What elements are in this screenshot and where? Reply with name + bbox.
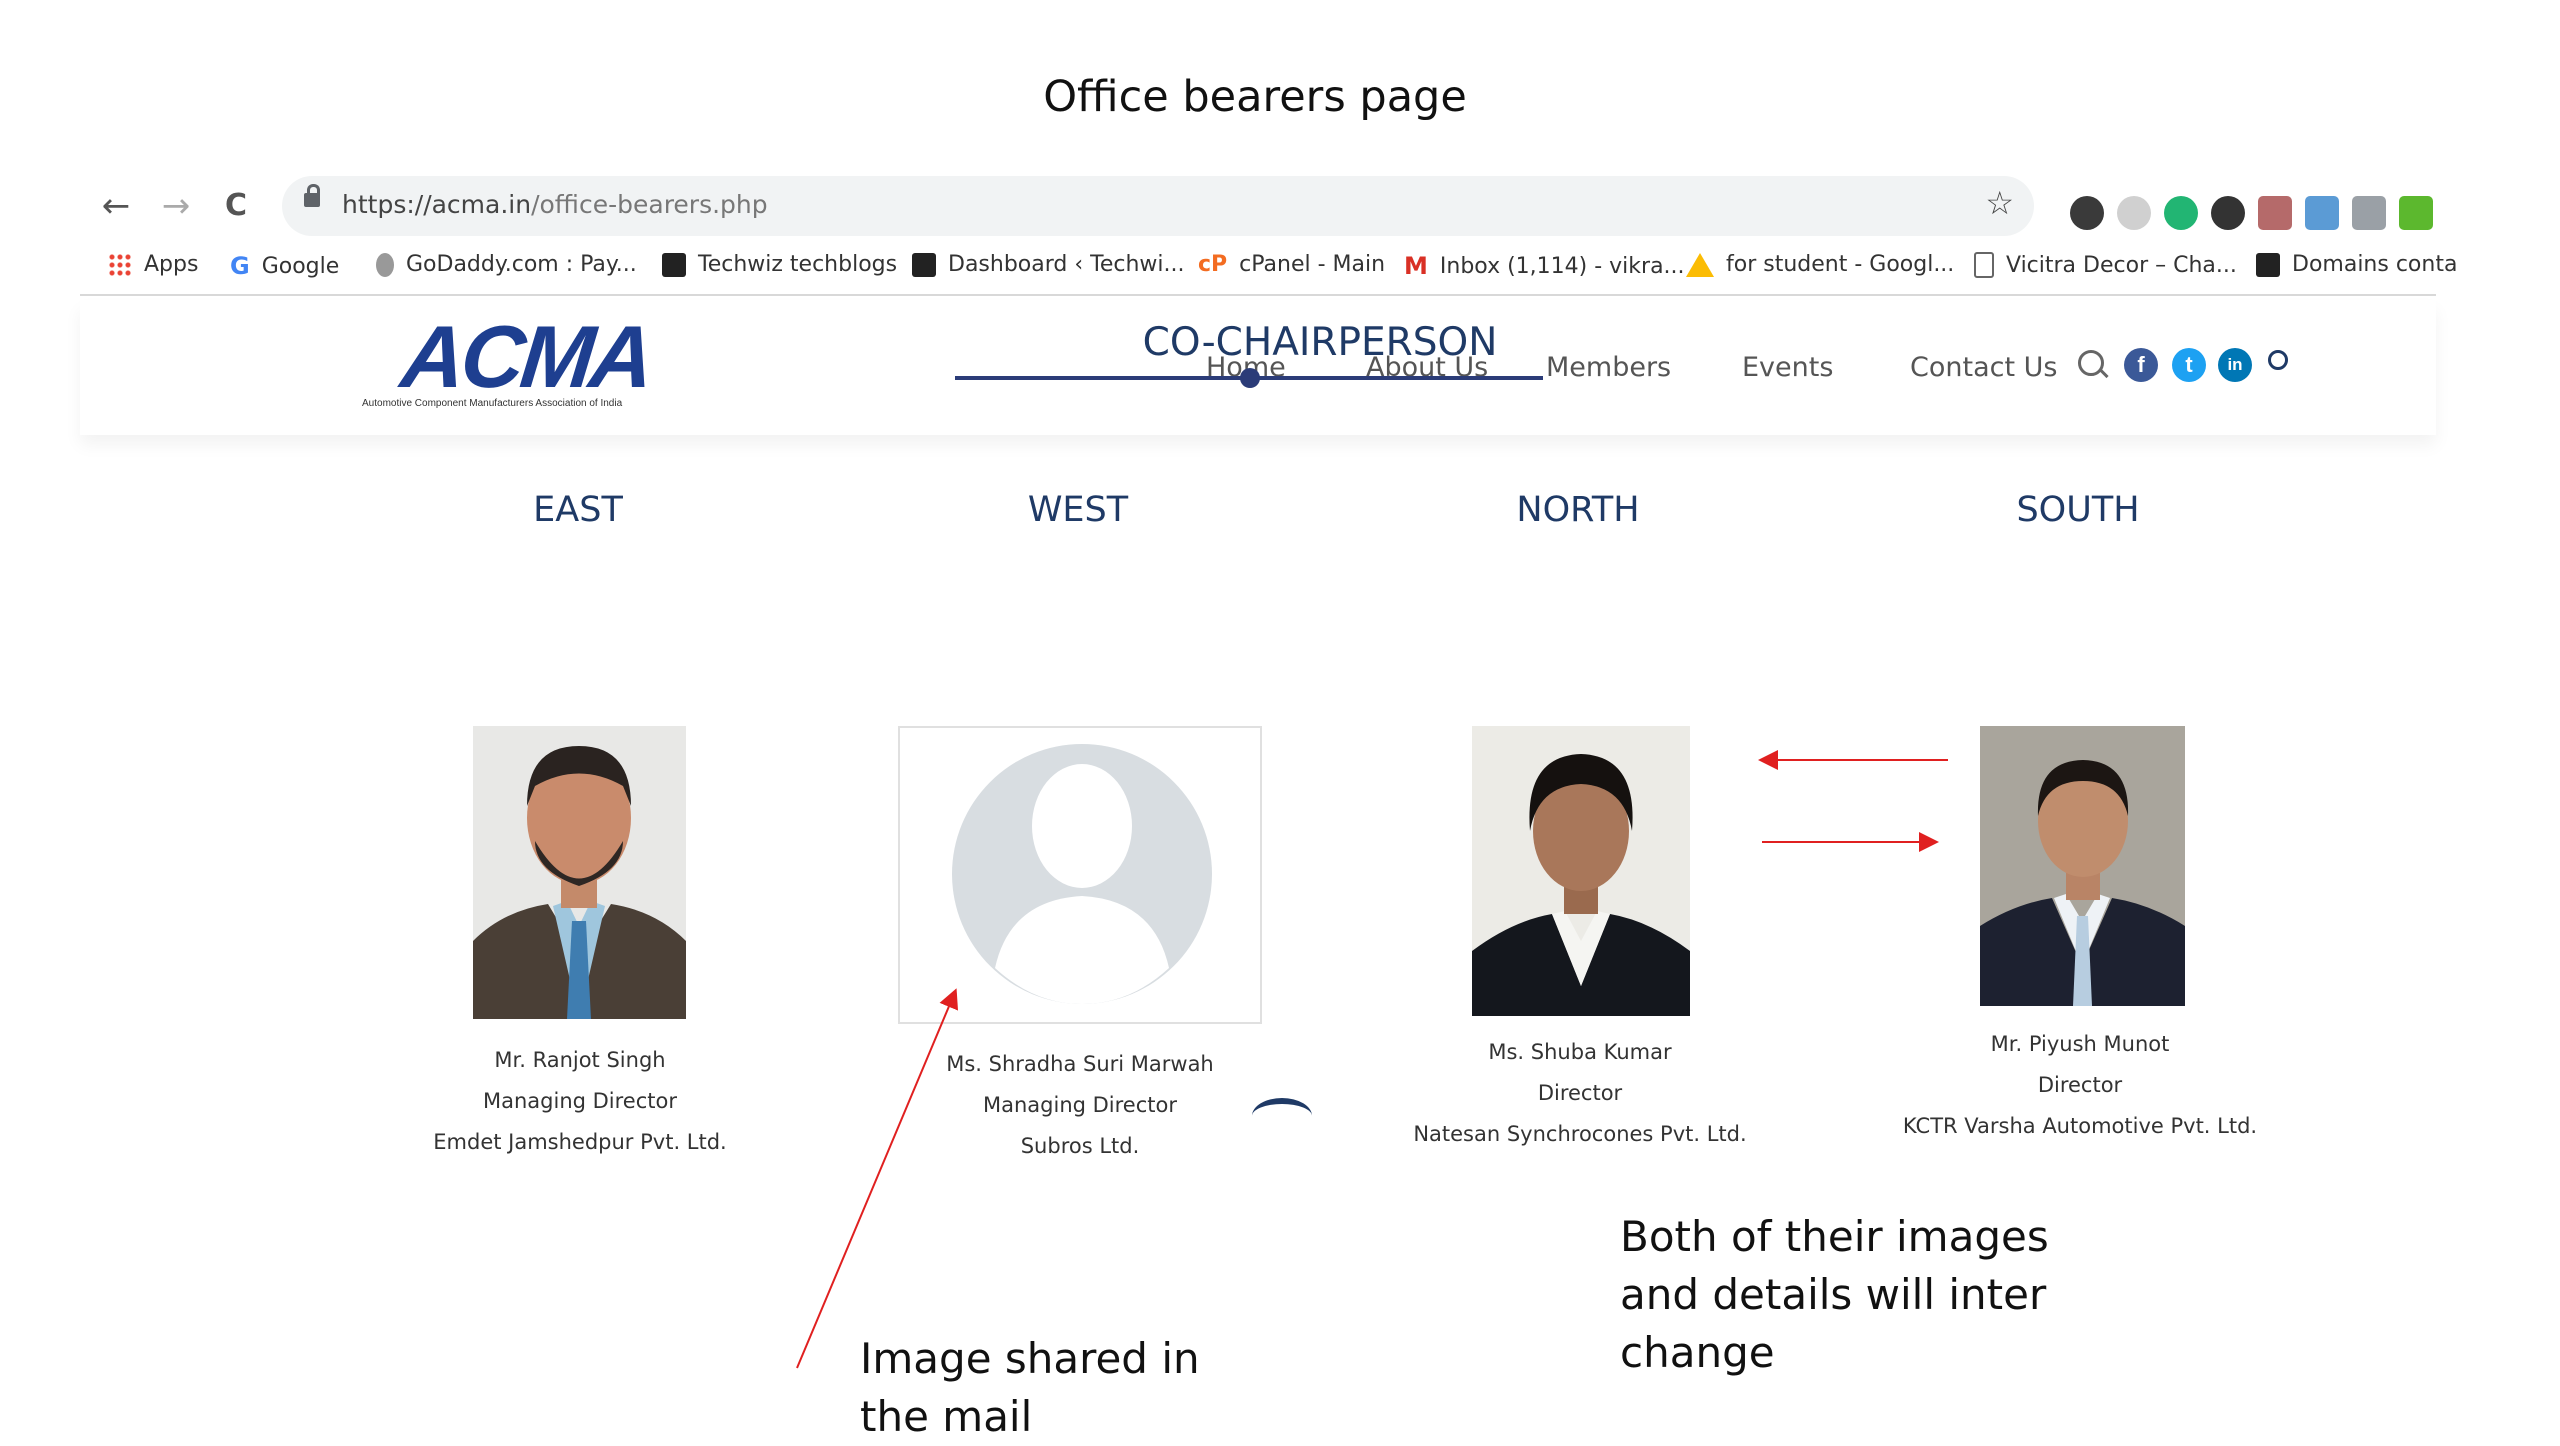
godaddy-icon	[376, 252, 394, 277]
extension-icon[interactable]	[2117, 196, 2151, 230]
twitter-icon[interactable]: t	[2172, 348, 2206, 382]
url-text: https://acma.in/office-bearers.php	[342, 190, 768, 219]
facebook-icon[interactable]: f	[2124, 348, 2158, 382]
drive-icon	[1686, 252, 1714, 277]
reload-button[interactable]: C	[214, 184, 258, 228]
bookmark-techwiz[interactable]: Techwiz techblogs	[662, 252, 897, 277]
annotation-swap-note: Both of their images and details will in…	[1620, 1212, 2049, 1377]
nav-events[interactable]: Events	[1742, 352, 1833, 383]
member-designation: Managing Director	[482, 1089, 677, 1113]
section-title: CO-CHAIRPERSON	[1142, 320, 1498, 365]
login-icon[interactable]	[2268, 350, 2288, 370]
bookmark-dashboard[interactable]: Dashboard ‹ Techwi...	[912, 252, 1185, 277]
bookmark-drive[interactable]: for student - Googl...	[1686, 252, 1954, 277]
member-designation: Director	[1537, 1081, 1623, 1105]
bookmark-google[interactable]: G Google	[230, 252, 339, 280]
bookmarks-bar: Apps G Google GoDaddy.com : Pay... Techwi…	[80, 244, 2457, 296]
search-icon[interactable]	[2078, 350, 2104, 376]
lock-icon	[304, 184, 320, 207]
forward-button[interactable]: →	[154, 184, 198, 228]
dashboard-icon	[912, 252, 936, 277]
apps-grid-icon	[108, 252, 132, 277]
member-name: Mr. Piyush Munot	[1990, 1032, 2170, 1056]
west-member-placeholder-photo	[898, 726, 1262, 1024]
east-member-photo	[473, 726, 686, 1019]
east-member-info: Mr. Ranjot Singh Managing Director Emdet…	[320, 1040, 840, 1163]
techwiz-icon	[662, 252, 686, 277]
south-member-photo	[1980, 726, 2185, 1006]
member-designation: Director	[2037, 1073, 2123, 1097]
bookmark-domains[interactable]: Domains conta	[2256, 252, 2457, 277]
extension-icon[interactable]	[2258, 196, 2292, 230]
bookmark-star-icon[interactable]: ☆	[1985, 184, 2014, 222]
extension-icon[interactable]	[2352, 196, 2386, 230]
title-underline-dot	[1240, 368, 1260, 388]
bookmark-inbox[interactable]: M Inbox (1,114) - vikra...	[1404, 252, 1685, 280]
extension-icon[interactable]	[2305, 196, 2339, 230]
gmail-icon: M	[1404, 252, 1428, 280]
extension-icon[interactable]	[2070, 196, 2104, 230]
cpanel-icon: cP	[1198, 252, 1228, 277]
acma-logo[interactable]: ACMA Automotive Component Manufacturers …	[362, 307, 722, 409]
lds-icon	[2256, 252, 2280, 277]
linkedin-icon[interactable]: in	[2218, 348, 2252, 382]
bookmark-cpanel[interactable]: cP cPanel - Main	[1198, 252, 1385, 277]
extension-icon[interactable]	[2164, 196, 2198, 230]
browser-toolbar: ← → C https://acma.in/office-bearers.php…	[80, 174, 2436, 238]
member-company: Natesan Synchrocones Pvt. Ltd.	[1413, 1122, 1747, 1146]
bookmark-apps[interactable]: Apps	[108, 252, 198, 277]
region-east: EAST	[533, 490, 623, 530]
extension-icon[interactable]	[2399, 196, 2433, 230]
google-icon: G	[230, 252, 250, 280]
member-company: KCTR Varsha Automotive Pvt. Ltd.	[1902, 1114, 2258, 1138]
region-south: SOUTH	[2016, 490, 2140, 530]
region-west: WEST	[1027, 490, 1129, 530]
bookmark-godaddy[interactable]: GoDaddy.com : Pay...	[376, 252, 637, 277]
extension-icon[interactable]	[2211, 196, 2245, 230]
nav-contact-us[interactable]: Contact Us	[1910, 352, 2057, 383]
slide-title: Office bearers page	[1043, 72, 1467, 122]
back-button[interactable]: ←	[94, 184, 138, 228]
member-name: Mr. Ranjot Singh	[494, 1048, 666, 1072]
address-bar[interactable]: https://acma.in/office-bearers.php ☆	[282, 176, 2034, 236]
region-north: NORTH	[1516, 490, 1640, 530]
page-icon	[1974, 252, 1994, 278]
bookmark-vicitra[interactable]: Vicitra Decor – Cha...	[1974, 252, 2237, 278]
south-member-info: Mr. Piyush Munot Director KCTR Varsha Au…	[1820, 1024, 2340, 1147]
member-name: Ms. Shuba Kumar	[1488, 1040, 1672, 1064]
north-member-info: Ms. Shuba Kumar Director Natesan Synchro…	[1320, 1032, 1840, 1155]
north-member-photo	[1472, 726, 1690, 1016]
member-name: Ms. Shradha Suri Marwah	[946, 1052, 1214, 1076]
member-company: Emdet Jamshedpur Pvt. Ltd.	[433, 1130, 727, 1154]
annotation-image-shared: Image shared in the mail	[860, 1334, 1200, 1441]
loading-spinner-icon	[1252, 1098, 1312, 1134]
